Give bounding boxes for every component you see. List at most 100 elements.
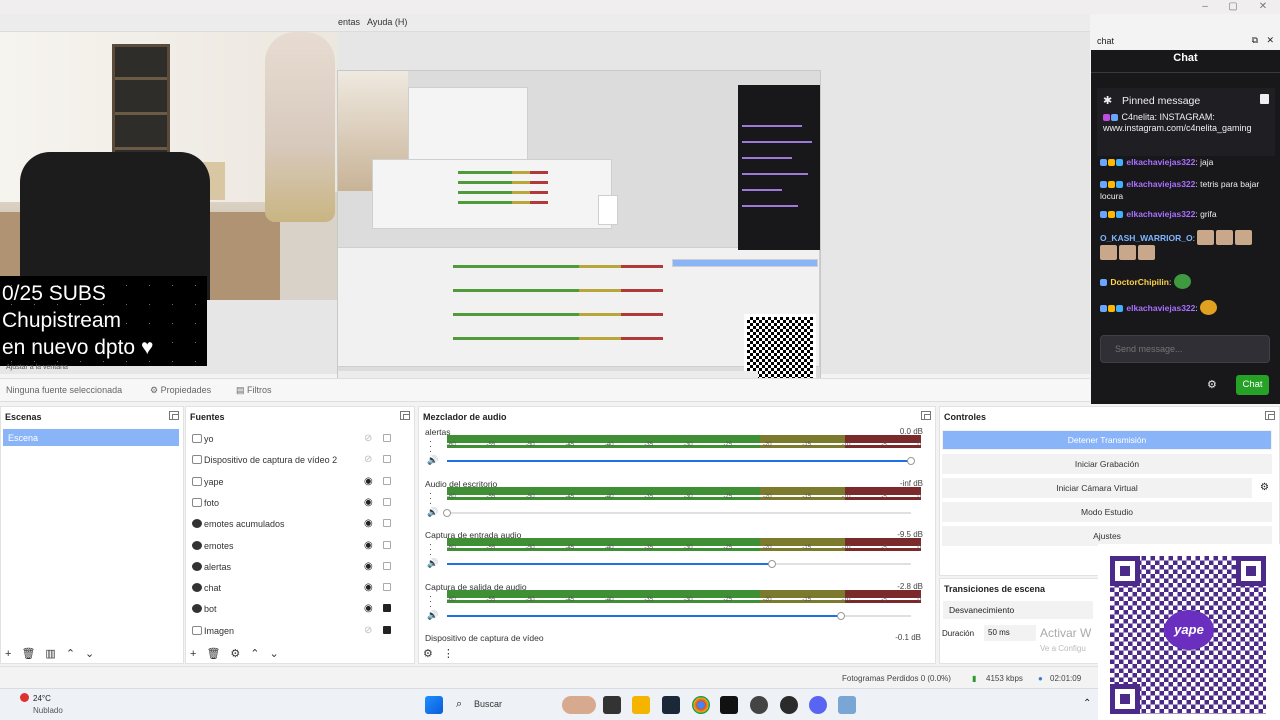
speaker-icon[interactable]: 🔊	[427, 558, 438, 569]
trash-icon[interactable]: 🗑	[206, 648, 220, 660]
mixer-tick: -25	[723, 596, 733, 603]
filter-icon[interactable]: ▥	[45, 648, 55, 660]
chat-message-input[interactable]	[1100, 335, 1270, 363]
minimize-icon[interactable]: –	[1190, 0, 1220, 14]
gear-icon[interactable]: ⚙	[423, 648, 433, 660]
lock-icon[interactable]	[383, 561, 391, 570]
more-icon[interactable]: · · ·	[429, 437, 432, 456]
visibility-eye-icon[interactable]: ◉	[364, 540, 373, 551]
speaker-icon[interactable]: 🔊	[427, 455, 438, 466]
close-icon[interactable]: ✕	[1266, 35, 1274, 46]
obs-icon[interactable]	[750, 696, 768, 714]
visibility-eye-icon[interactable]: ⊘	[364, 625, 372, 636]
chevron-up-icon[interactable]: ⌃	[250, 648, 259, 660]
mixer-tick: -40	[604, 493, 614, 500]
mixer-tick: -40	[604, 545, 614, 551]
windows-start-icon[interactable]	[425, 696, 443, 714]
obs-icon[interactable]	[780, 696, 798, 714]
discord-icon[interactable]	[809, 696, 827, 714]
settings-button[interactable]: Ajustes	[942, 526, 1272, 546]
virtual-camera-button[interactable]: Iniciar Cámara Virtual	[942, 478, 1252, 498]
speaker-icon[interactable]: 🔊	[427, 610, 438, 621]
gear-icon[interactable]: ⚙	[1207, 378, 1217, 391]
trash-icon[interactable]: 🗑	[21, 648, 35, 660]
mixer-tick: -60	[447, 596, 456, 603]
more-icon[interactable]: · · ·	[429, 591, 432, 610]
studio-mode-button[interactable]: Modo Estudio	[942, 502, 1272, 522]
start-recording-button[interactable]: Iniciar Grabación	[942, 454, 1272, 474]
volume-slider[interactable]	[447, 611, 911, 620]
lock-icon[interactable]	[383, 604, 391, 613]
search-icon[interactable]: ⌕	[456, 698, 462, 711]
preview-scale-hint[interactable]: Ajustar a la ventana	[6, 364, 68, 371]
filters-button[interactable]: ▤ Filtros	[236, 385, 272, 396]
scene-item[interactable]: Escena	[3, 429, 179, 446]
maximize-icon[interactable]: ▢	[1218, 0, 1248, 14]
visibility-eye-icon[interactable]: ⊘	[364, 433, 372, 444]
widgets-icon[interactable]	[562, 696, 596, 714]
app-icon[interactable]	[838, 696, 856, 714]
chat-username[interactable]: elkachaviejas322	[1126, 303, 1195, 313]
lock-icon[interactable]	[383, 476, 391, 485]
lock-icon[interactable]	[383, 540, 391, 549]
preview-canvas[interactable]: 0/25 SUBS Chupistream en nuevo dpto ♥ Aj…	[0, 32, 1090, 388]
chat-username[interactable]: O_KASH_WARRIOR_O	[1100, 233, 1193, 243]
menu-ayuda[interactable]: Ayuda (H)	[367, 17, 407, 27]
more-icon[interactable]: · · ·	[429, 488, 432, 507]
source-type-icon	[192, 455, 202, 465]
weather-temp[interactable]: 24°C	[33, 694, 51, 703]
volume-slider[interactable]	[443, 508, 911, 517]
undock-icon[interactable]: ⧉	[1252, 35, 1258, 46]
lock-icon[interactable]	[383, 625, 391, 634]
volume-slider[interactable]	[447, 560, 911, 568]
menu-herramientas[interactable]: entas	[338, 17, 360, 27]
visibility-eye-icon[interactable]: ◉	[364, 582, 373, 593]
visibility-eye-icon[interactable]: ◉	[364, 561, 373, 572]
visibility-eye-icon[interactable]: ◉	[364, 497, 373, 508]
more-icon[interactable]: ⋮	[443, 648, 454, 660]
chat-username[interactable]: elkachaviejas322	[1126, 209, 1195, 219]
undock-icon[interactable]	[1265, 411, 1275, 420]
transition-select[interactable]: Desvanecimiento	[943, 601, 1093, 619]
chevron-up-icon[interactable]: ⌃	[66, 648, 75, 660]
steam-icon[interactable]	[662, 696, 680, 714]
gear-icon[interactable]: ⚙	[230, 648, 240, 660]
chat-username[interactable]: elkachaviejas322	[1126, 179, 1195, 189]
chevron-down-icon[interactable]: ⌄	[85, 648, 94, 660]
speaker-icon[interactable]: 🔊	[427, 507, 438, 518]
gear-icon[interactable]: ⚙	[1260, 482, 1269, 493]
visibility-eye-icon[interactable]: ◉	[364, 603, 373, 614]
add-icon[interactable]: +	[190, 648, 196, 660]
properties-button[interactable]: ⚙ Propiedades	[150, 385, 211, 396]
lock-icon[interactable]	[383, 519, 391, 528]
lock-icon[interactable]	[383, 434, 391, 442]
duration-input[interactable]: 50 ms	[984, 625, 1036, 641]
lock-icon[interactable]	[383, 583, 391, 592]
chrome-icon[interactable]	[692, 696, 710, 714]
add-icon[interactable]: +	[5, 648, 11, 660]
lock-icon[interactable]	[383, 497, 391, 506]
task-view-icon[interactable]	[603, 696, 621, 714]
undock-icon[interactable]	[921, 411, 931, 420]
app-icon[interactable]	[720, 696, 738, 714]
chat-username[interactable]: DoctorChipilin	[1110, 277, 1169, 287]
visibility-eye-icon[interactable]: ◉	[364, 518, 373, 529]
visibility-eye-icon[interactable]: ⊘	[364, 454, 372, 465]
lock-icon[interactable]	[383, 455, 391, 464]
undock-icon[interactable]	[400, 411, 410, 420]
chevron-down-icon[interactable]: ⌄	[270, 648, 279, 660]
lock-icon[interactable]	[1260, 94, 1269, 104]
volume-slider[interactable]	[447, 457, 915, 465]
close-icon[interactable]: ✕	[1248, 0, 1278, 14]
undock-icon[interactable]	[169, 411, 179, 420]
source-type-icon	[192, 625, 202, 635]
stop-stream-button[interactable]: Detener Transmisión	[942, 430, 1272, 450]
chat-send-button[interactable]: Chat	[1236, 375, 1269, 395]
chevron-up-icon[interactable]: ⌃	[1083, 698, 1091, 709]
chat-username[interactable]: elkachaviejas322	[1126, 157, 1195, 167]
file-explorer-icon[interactable]	[632, 696, 650, 714]
taskbar-search-label[interactable]: Buscar	[474, 699, 502, 709]
more-icon[interactable]: · · ·	[429, 540, 432, 559]
visibility-eye-icon[interactable]: ◉	[364, 476, 373, 487]
pin-icon: ✱	[1103, 95, 1113, 107]
